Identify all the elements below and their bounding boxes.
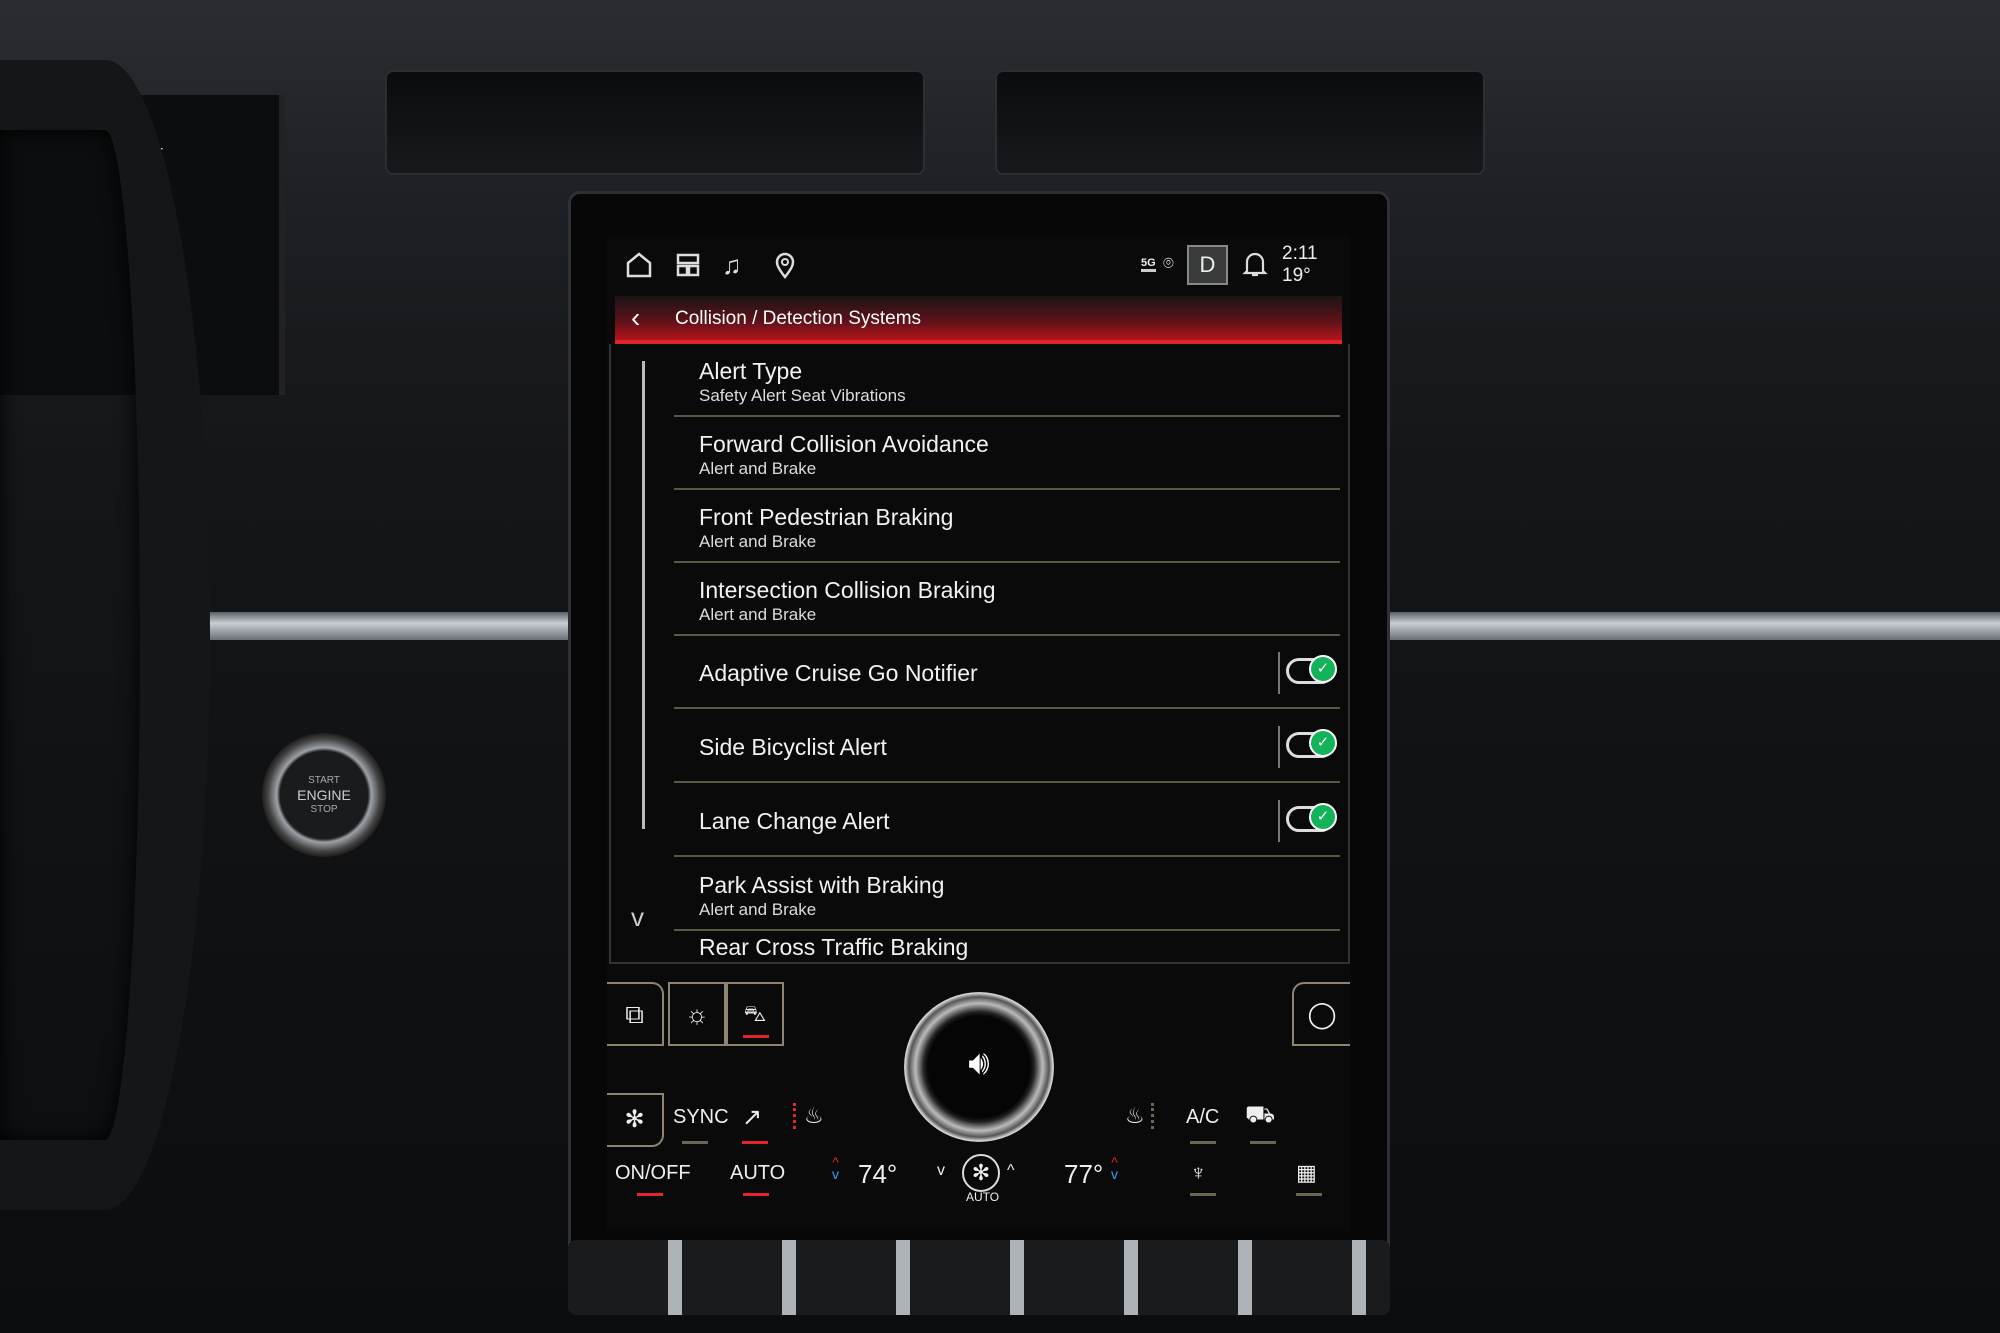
item-subtitle: Alert and Brake	[699, 459, 817, 478]
sync-button[interactable]: SYNC	[673, 1106, 729, 1129]
lane-assist-button[interactable]: ⛍	[726, 982, 784, 1046]
list-item-lane-change[interactable]: Lane Change Alert ✓	[674, 784, 1340, 857]
volume-knob[interactable]: 🔊︎	[904, 992, 1054, 1142]
front-defrost-indicator	[1190, 1193, 1216, 1196]
ac-indicator	[1190, 1141, 1216, 1144]
item-title: Side Bicyclist Alert	[699, 734, 887, 760]
rear-defrost-indicator	[1296, 1193, 1322, 1196]
item-title: Alert Type	[699, 358, 803, 384]
divider	[1278, 726, 1280, 768]
list-item-rear-cross-traffic[interactable]: Rear Cross Traffic Braking	[674, 932, 1340, 962]
ac-button[interactable]: A/C	[1186, 1106, 1219, 1129]
lane-assist-car-icon: ⛍	[743, 1001, 767, 1026]
page-header: ‹ Collision / Detection Systems	[615, 296, 1342, 344]
outside-temp: 19°	[1282, 265, 1311, 286]
hard-key-row[interactable]	[568, 1240, 1390, 1315]
item-subtitle: Alert and Brake	[699, 532, 817, 551]
location-status-icon: ⌾	[1163, 253, 1174, 273]
scrollbar[interactable]	[642, 361, 645, 829]
fan-auto-icon[interactable]: ✻	[962, 1154, 1000, 1192]
sync-indicator	[682, 1141, 708, 1144]
list-item-forward-collision[interactable]: Forward Collision Avoidance Alert and Bra…	[674, 417, 1340, 490]
side-bicyclist-toggle[interactable]: ✓	[1286, 729, 1337, 758]
item-title: Forward Collision Avoidance	[699, 431, 989, 457]
fan-speed-up[interactable]: ^	[1007, 1162, 1015, 1180]
recirculation-indicator	[1250, 1141, 1276, 1144]
driver-temp-stepper[interactable]: ^ v	[832, 1155, 839, 1181]
front-defrost-icon[interactable]: ♆	[1190, 1160, 1207, 1186]
fan-auto-label: AUTO	[966, 1190, 1000, 1204]
auto-indicator	[743, 1193, 769, 1196]
stop-label: STOP	[310, 804, 338, 815]
right-air-vent	[995, 70, 1485, 175]
apps-grid-icon[interactable]	[673, 250, 703, 280]
lane-change-toggle[interactable]: ✓	[1286, 803, 1337, 832]
list-item-adaptive-cruise[interactable]: Adaptive Cruise Go Notifier ✓	[674, 636, 1340, 709]
scroll-down-chevron-icon[interactable]: v	[631, 902, 644, 933]
passenger-temp-stepper[interactable]: ^ v	[1111, 1155, 1118, 1181]
heated-seat-driver-icon[interactable]: ♨	[793, 1103, 824, 1129]
toggle-switches-button[interactable]: ⧉	[607, 982, 664, 1046]
list-item-front-pedestrian[interactable]: Front Pedestrian Braking Alert and Brake	[674, 490, 1340, 563]
passenger-temp: 77°	[1064, 1159, 1104, 1189]
fan-speed-down[interactable]: v	[937, 1162, 945, 1180]
left-air-vent	[385, 70, 925, 175]
speaker-volume-icon: 🔊︎	[968, 1044, 990, 1082]
rear-defrost-icon[interactable]: ▦	[1296, 1160, 1317, 1186]
item-title: Lane Change Alert	[699, 808, 890, 834]
driver-temp: 74°	[858, 1159, 898, 1189]
engine-label: ENGINE	[297, 787, 351, 803]
climate-auto-button[interactable]: AUTO	[730, 1162, 785, 1185]
list-item-park-assist[interactable]: Park Assist with Braking Alert and Brake	[674, 858, 1340, 931]
list-item-intersection-collision[interactable]: Intersection Collision Braking Alert and …	[674, 563, 1340, 636]
notification-bell-icon[interactable]	[1242, 250, 1268, 278]
divider	[1278, 800, 1280, 842]
item-title: Front Pedestrian Braking	[699, 504, 954, 530]
drive-mode-indicator: D	[1187, 245, 1228, 285]
airflow-indicator	[742, 1141, 768, 1144]
location-pin-icon[interactable]	[770, 250, 800, 280]
item-subtitle: Safety Alert Seat Vibrations	[699, 386, 906, 405]
settings-list: v Alert Type Safety Alert Seat Vibrations…	[609, 344, 1350, 964]
page-title: Collision / Detection Systems	[675, 308, 922, 329]
item-subtitle: Alert and Brake	[699, 605, 817, 624]
steering-wheel	[0, 60, 210, 1210]
item-subtitle: Alert and Brake	[699, 900, 817, 919]
start-label: START	[308, 775, 340, 786]
heated-seat-passenger-icon[interactable]: ♨	[1125, 1103, 1154, 1129]
list-item-side-bicyclist[interactable]: Side Bicyclist Alert ✓	[674, 710, 1340, 783]
circle-button[interactable]: ◯	[1292, 982, 1350, 1046]
seat-airflow-icon[interactable]: ↗	[742, 1103, 762, 1132]
item-title: Intersection Collision Braking	[699, 577, 996, 603]
adaptive-cruise-toggle[interactable]: ✓	[1286, 655, 1337, 684]
start-engine-button[interactable]: START ENGINE STOP	[262, 733, 386, 857]
music-icon[interactable]: ♫	[722, 250, 752, 280]
home-icon[interactable]	[624, 250, 654, 280]
onoff-indicator	[637, 1193, 663, 1196]
check-icon: ✓	[1309, 803, 1337, 831]
check-icon: ✓	[1309, 655, 1337, 683]
divider	[1278, 652, 1280, 694]
fan-button[interactable]: ✻	[607, 1093, 664, 1147]
climate-onoff-button[interactable]: ON/OFF	[615, 1162, 691, 1185]
brightness-button[interactable]: ☼	[668, 982, 726, 1046]
check-icon: ✓	[1309, 729, 1337, 757]
item-title: Rear Cross Traffic Braking	[699, 934, 969, 960]
active-indicator	[743, 1035, 769, 1038]
network-5g-indicator: 5G	[1141, 257, 1156, 272]
item-title: Adaptive Cruise Go Notifier	[699, 660, 978, 686]
item-title: Park Assist with Braking	[699, 872, 945, 898]
back-button[interactable]: ‹	[631, 302, 640, 334]
list-item-alert-type[interactable]: Alert Type Safety Alert Seat Vibrations	[674, 344, 1340, 417]
clock: 2:11	[1282, 243, 1318, 264]
recirculation-icon[interactable]: ⛟	[1245, 1101, 1275, 1131]
